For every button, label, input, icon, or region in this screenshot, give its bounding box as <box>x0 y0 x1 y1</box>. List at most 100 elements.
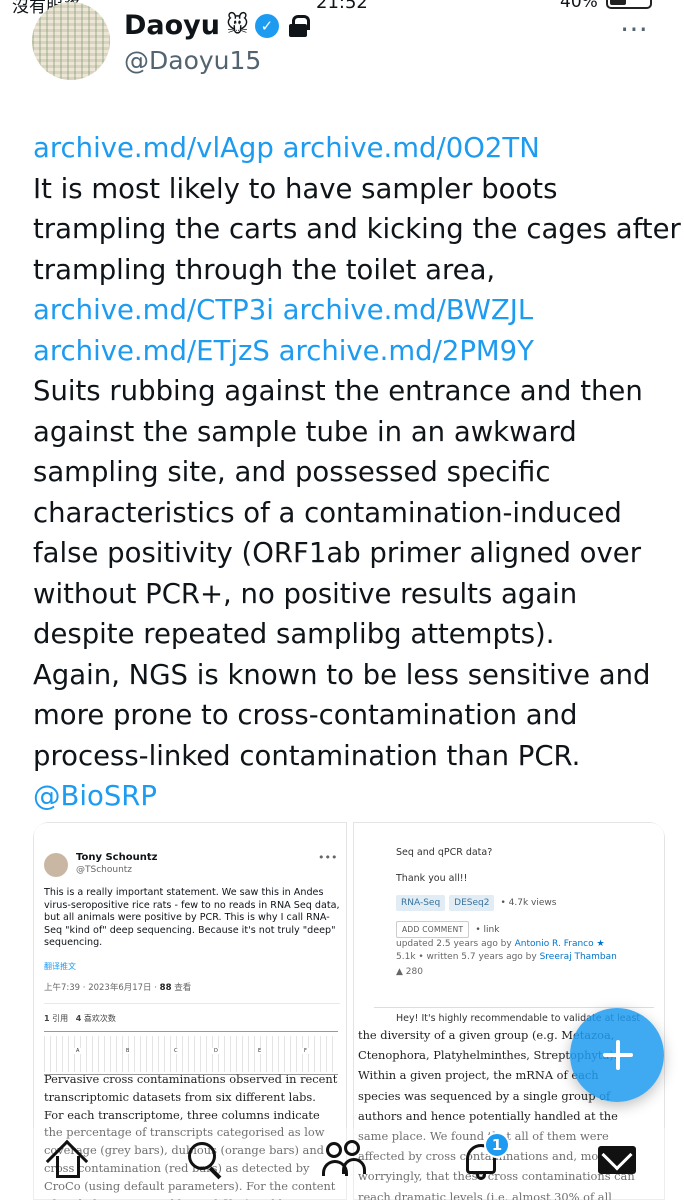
forum-tag: RNA-Seq <box>396 895 446 911</box>
table-label: F <box>302 1048 309 1054</box>
embedded-divider <box>44 1003 340 1004</box>
archive-link[interactable]: archive.md/ETjzS <box>33 335 270 367</box>
tweet-text-segment: without PCR+, no positive results again <box>33 577 578 610</box>
embedded-stats: 1 引用 4 喜欢次数 <box>44 1013 116 1024</box>
forum-add-comment: ADD COMMENT <box>396 921 470 938</box>
embedded-translate-link: 翻译推文 <box>44 962 76 971</box>
mention-link[interactable]: @BioSRP <box>33 780 157 812</box>
table-label: C <box>172 1048 180 1054</box>
display-name[interactable]: Daoyu <box>124 10 220 41</box>
embedded-meta-views-label: 查看 <box>171 983 192 993</box>
archive-link[interactable]: archive.md/2PM9Y <box>279 335 534 367</box>
forum-score: ▲ 280 <box>396 967 423 977</box>
tweet-text: archive.md/vlAgp archive.md/0O2TN It is m… <box>33 128 681 817</box>
table-label: A <box>74 1048 82 1054</box>
avatar[interactable] <box>32 2 110 80</box>
tweet-line: It is most likely to have sampler boots <box>33 169 663 210</box>
lock-icon <box>288 14 310 37</box>
forum-updated: updated 2.5 years ago by Antonio R. Fran… <box>396 938 605 950</box>
bell-icon-clapper <box>476 1174 486 1180</box>
tweet-line: sampling site, and possessed specific <box>33 452 663 493</box>
tweet-line: process-linked contamination than PCR. <box>33 736 663 777</box>
battery-icon <box>605 0 652 9</box>
tweet-text-segment: false positivity (ORF1ab primer aligned … <box>33 537 642 569</box>
table-label: E <box>256 1048 264 1054</box>
tweet-line: Again, NGS is known to be less sensitive… <box>33 655 663 696</box>
author-name-row[interactable]: Daoyu 🐭 ✓ <box>124 10 310 41</box>
embedded-tweet-text: This is a really important statement. We… <box>44 887 340 949</box>
tweet-line: @BioSRP <box>33 776 663 817</box>
tweet-line: Suits rubbing against the entrance and t… <box>33 371 663 412</box>
tweet-text-segment: sampling site, and possessed specific <box>33 456 551 488</box>
forum-written-prefix: 5.1k • written 5.7 years ago by <box>396 952 540 962</box>
people-icon-head <box>326 1142 342 1158</box>
embedded-stat-label-1: 引用 <box>49 1014 69 1023</box>
archive-link[interactable]: archive.md/CTP3i <box>33 294 274 326</box>
table-label: D <box>212 1048 220 1054</box>
tweet-text-segment: characteristics of a contamination-induc… <box>33 496 622 529</box>
tweet-text-segment: It is most likely to have sampler boots <box>33 172 558 205</box>
tweet-text-segment <box>270 335 279 367</box>
embedded-stat-label-2: 喜欢次数 <box>81 1014 116 1023</box>
forum-updated-prefix: updated 2.5 years ago by <box>396 939 515 949</box>
paper-figure-columns <box>44 1036 338 1072</box>
archive-link[interactable]: archive.md/vlAgp <box>33 132 274 164</box>
compose-plus-icon[interactable] <box>570 1008 664 1102</box>
battery-percent: 40% <box>560 0 598 12</box>
tweet-line: despite repeated samplibg attempts). <box>33 614 663 655</box>
forum-tag: DESeq2 <box>449 895 495 911</box>
embedded-author-name: Tony Schountz <box>76 852 158 863</box>
forum-written: 5.1k • written 5.7 years ago by Sreeraj … <box>396 952 617 962</box>
tweet-text-segment: Suits rubbing against the entrance and t… <box>33 375 643 407</box>
author-handle[interactable]: @Daoyu15 <box>124 46 261 75</box>
tweet-text-segment: more prone to cross-contamination and <box>33 699 578 731</box>
paper-line: Pervasive cross contaminations observed … <box>44 1072 338 1086</box>
name-emoji: 🐭 <box>226 13 249 38</box>
clock-time: 21:52 <box>316 0 368 13</box>
forum-tags: RNA-Seq DESeq2 • 4.7k views <box>396 895 556 911</box>
verified-badge-icon: ✓ <box>254 13 279 38</box>
tweet-line: false positivity (ORF1ab primer aligned … <box>33 533 663 574</box>
embedded-meta-views: 88 <box>159 983 172 993</box>
people-icon[interactable] <box>322 1138 366 1182</box>
tweet-line: more prone to cross-contamination and <box>33 695 663 736</box>
tweet-line: trampling the carts and kicking the cage… <box>33 209 681 250</box>
tweet-line: archive.md/vlAgp archive.md/0O2TN <box>33 128 663 169</box>
search-icon-handle <box>208 1166 222 1180</box>
archive-link[interactable]: archive.md/BWZJL <box>283 294 534 326</box>
home-icon[interactable] <box>45 1138 90 1183</box>
embedded-meta-time: 上午7:39 · 2023年6月17日 · <box>44 983 160 993</box>
notification-badge: 1 <box>484 1132 510 1158</box>
forum-updated-by: Antonio R. Franco ★ <box>514 939 605 949</box>
tweet-text-segment: trampling through the toilet area, <box>33 253 496 286</box>
table-label: B <box>124 1048 132 1054</box>
more-options-icon[interactable]: ⋯ <box>620 12 649 45</box>
embedded-avatar <box>44 853 68 877</box>
search-icon[interactable] <box>184 1138 228 1182</box>
forum-views: • 4.7k views <box>500 898 557 908</box>
tweet-line: archive.md/CTP3i archive.md/BWZJL <box>33 290 663 331</box>
tweet-line: characteristics of a contamination-induc… <box>33 493 663 534</box>
mail-icon[interactable] <box>596 1138 640 1182</box>
embedded-more-icon: ••• <box>318 851 338 864</box>
tweet-line: against the sample tube in an awkward <box>33 412 663 453</box>
tweet-text-segment: despite repeated samplibg attempts). <box>33 618 555 650</box>
paper-line: For each transcriptome, three columns in… <box>44 1107 320 1122</box>
paper-line: authors and hence potentially handled at… <box>358 1108 618 1123</box>
tweet-text-segment: against the sample tube in an awkward <box>33 415 577 448</box>
archive-link[interactable]: archive.md/0O2TN <box>283 132 540 164</box>
tweet-text-segment <box>274 132 283 164</box>
tweet-text-segment: trampling the carts and kicking the cage… <box>33 213 681 245</box>
tweet-line: trampling through the toilet area, <box>33 250 663 291</box>
forum-actions: ADD COMMENT • link <box>396 921 499 938</box>
home-icon-body <box>56 1156 80 1178</box>
tweet-line: without PCR+, no positive results again <box>33 574 663 615</box>
paper-line: transcriptomic datasets from six differe… <box>44 1089 316 1104</box>
tweet-text-segment: Again, NGS is known to be less sensitive… <box>33 658 651 691</box>
status-right: 40% <box>560 0 652 12</box>
forum-written-by: Sreeraj Thamban <box>539 952 617 962</box>
search-icon-lens <box>188 1142 216 1170</box>
forum-link: • link <box>475 924 500 935</box>
embedded-author-handle: @TSchountz <box>76 865 133 875</box>
forum-thanks: Thank you all!! <box>396 873 468 884</box>
